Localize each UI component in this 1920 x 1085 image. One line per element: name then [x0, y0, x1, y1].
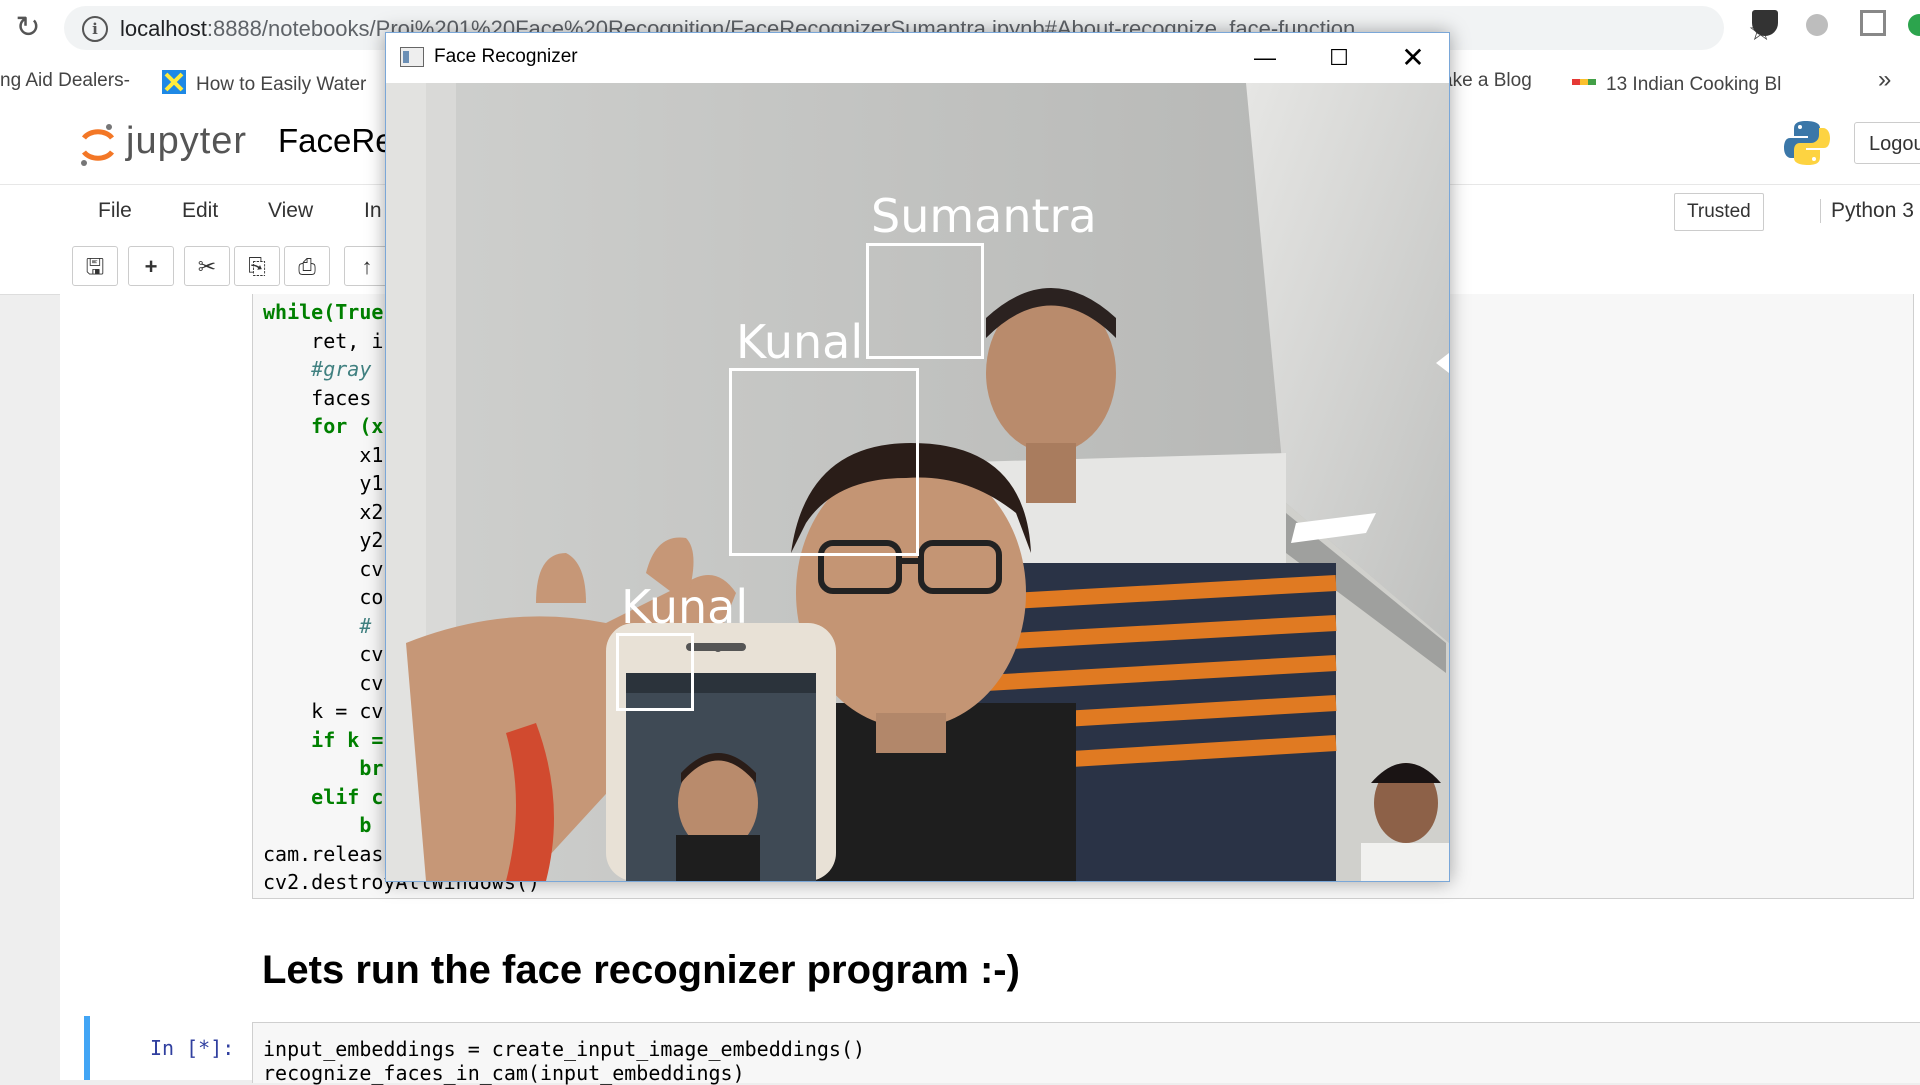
window-title: Face Recognizer: [434, 46, 578, 67]
bookmark-label: 13 Indian Cooking Bl: [1606, 74, 1782, 95]
extension-green-icon[interactable]: [1908, 14, 1920, 36]
extension-box-icon[interactable]: [1860, 10, 1886, 36]
jupyter-wordmark[interactable]: jupyter: [126, 120, 247, 163]
menu-edit[interactable]: Edit: [182, 199, 218, 223]
face-detection-box: [866, 243, 984, 359]
trusted-badge[interactable]: Trusted: [1674, 193, 1764, 231]
code-line: y2: [263, 528, 384, 552]
code-line: cv: [263, 556, 384, 581]
bookmark-label: How to Easily Water: [196, 74, 367, 95]
paste-icon[interactable]: ⎙: [284, 246, 330, 286]
code-line: br: [263, 756, 384, 780]
face-detection-box: [729, 368, 919, 556]
face-label: Sumantra: [871, 189, 1097, 243]
add-cell-icon[interactable]: +: [128, 246, 174, 286]
running-code-cell[interactable]: In [*]: input_embeddings = create_input_…: [84, 1016, 1920, 1085]
code-line: b: [263, 813, 372, 837]
maximize-button[interactable]: ☐: [1302, 33, 1376, 83]
code-line: x2: [263, 499, 384, 524]
reload-icon[interactable]: ↻: [10, 8, 46, 48]
camera-feed: Sumantra Kunal Kunal: [386, 83, 1449, 881]
move-up-icon[interactable]: ↑: [344, 246, 390, 286]
code-line: if k =: [263, 727, 384, 752]
save-icon[interactable]: 🖫: [72, 246, 118, 286]
copy-icon[interactable]: ⎘: [234, 246, 280, 286]
logout-button[interactable]: Logou: [1854, 122, 1920, 164]
code-line: cam.releas: [263, 841, 384, 866]
bookmark-star-icon: [162, 70, 186, 94]
window-app-icon: [400, 47, 424, 67]
code-line: co: [263, 585, 384, 609]
code-line: k = cv: [263, 699, 384, 723]
code-line: input_embeddings = create_input_image_em…: [263, 1037, 866, 1061]
code-line: ret, i: [263, 328, 384, 353]
code-line: recognize_faces_in_cam(input_embeddings): [263, 1061, 745, 1085]
code-line: x1: [263, 442, 384, 467]
bookmark-item[interactable]: 13 Indian Cooking Bl: [1572, 70, 1781, 96]
cut-icon[interactable]: ✂: [184, 246, 230, 286]
face-detection-box: [616, 633, 694, 711]
extension-circle-icon[interactable]: [1806, 14, 1828, 36]
bookmark-colorbar-icon: [1572, 79, 1596, 85]
code-line: while(True: [263, 300, 384, 324]
code-line: cv: [263, 642, 384, 666]
bookmark-label: ng Aid Dealers-: [0, 70, 130, 91]
bookmark-item[interactable]: ng Aid Dealers-: [0, 70, 130, 92]
close-button[interactable]: ✕: [1376, 33, 1450, 83]
face-label: Kunal: [736, 315, 864, 369]
code-line: faces: [263, 385, 372, 410]
menu-insert[interactable]: In: [364, 199, 382, 223]
notebook-name[interactable]: FaceRe: [278, 122, 394, 160]
jupyter-logo-icon[interactable]: [78, 122, 118, 168]
url-host: localhost: [120, 16, 207, 41]
cell-prompt: In [*]:: [150, 1036, 235, 1060]
code-line: y1: [263, 471, 384, 495]
code-line: for (x: [263, 414, 384, 438]
python-logo-icon: [1784, 121, 1830, 165]
kernel-indicator[interactable]: Python 3: [1820, 199, 1914, 223]
face-label: Kunal: [621, 580, 749, 634]
face-recognizer-window[interactable]: Face Recognizer — ☐ ✕ Sumantra Kunal Kun…: [385, 32, 1450, 882]
bookmark-label: ake a Blog: [1442, 70, 1532, 91]
code-line: #gray: [263, 357, 372, 381]
code-line: #: [263, 613, 372, 638]
code-cell-editor-2[interactable]: input_embeddings = create_input_image_em…: [252, 1022, 1920, 1085]
markdown-heading: Lets run the face recognizer program :-): [262, 948, 1020, 992]
menu-view[interactable]: View: [268, 199, 313, 223]
minimize-button[interactable]: —: [1228, 33, 1302, 83]
bookmark-item[interactable]: ake a Blog: [1442, 70, 1532, 92]
pocket-extension-icon[interactable]: [1752, 10, 1778, 36]
code-line: cv: [263, 670, 384, 695]
bookmark-item[interactable]: How to Easily Water: [162, 70, 366, 96]
window-titlebar[interactable]: Face Recognizer — ☐ ✕: [386, 33, 1449, 83]
menu-file[interactable]: File: [98, 199, 132, 223]
bookmarks-more-button[interactable]: »: [1878, 66, 1891, 94]
code-line: elif c: [263, 784, 384, 809]
info-icon[interactable]: i: [82, 16, 108, 42]
